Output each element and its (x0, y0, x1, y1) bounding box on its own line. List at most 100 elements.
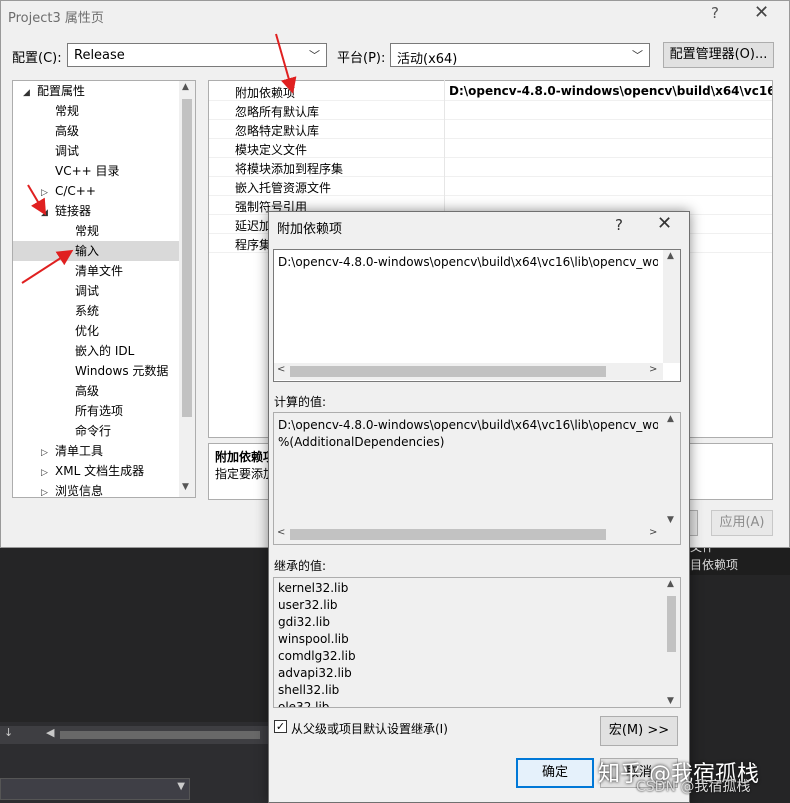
sub-close-button[interactable]: ✕ (657, 213, 672, 234)
property-tree[interactable]: ◢ 配置属性 常规 高级 调试 VC++ 目录 ▷ C/C++ ◢ 链接器 常规 输入 清单文件 调试 系统… (12, 80, 196, 498)
edit-vertical-scrollbar[interactable]: ▲ (663, 250, 680, 363)
tree-item[interactable]: ▷ 清单工具 (41, 441, 103, 461)
computed-label: 计算的值: (274, 395, 327, 409)
tree-item-label: 优化 (75, 324, 100, 338)
description-text: 指定要添加 (215, 467, 276, 481)
edit-horizontal-scrollbar[interactable]: < > (274, 363, 663, 380)
close-button[interactable]: ✕ (754, 2, 769, 23)
inherited-vertical-scrollbar[interactable]: ▲ ▼ (663, 578, 680, 707)
computed-line-1: D:\opencv-4.8.0-windows\opencv\build\x64… (278, 418, 658, 432)
inherited-line: user32.lib (278, 598, 338, 612)
tree-item[interactable]: ▷ 浏览信息 (41, 481, 104, 498)
scroll-down-icon[interactable]: ▼ (182, 482, 189, 492)
scroll-up-icon[interactable]: ▲ (667, 251, 674, 261)
scroll-up-icon[interactable]: ▲ (182, 82, 189, 92)
tree-item[interactable]: 常规 (41, 101, 79, 121)
property-name: 延迟加 (235, 219, 272, 233)
tree-item[interactable]: ◢ 配置属性 (23, 81, 85, 101)
scroll-left-icon[interactable]: ◀ (46, 726, 54, 739)
property-row[interactable]: 模块定义文件 (209, 139, 772, 158)
tree-item[interactable]: VC++ 目录 (41, 161, 120, 181)
scrollbar-thumb[interactable] (60, 731, 260, 739)
scrollbar-thumb[interactable] (290, 529, 606, 540)
tree-item-label: 浏览信息 (55, 484, 104, 498)
tree-item-label: 调试 (75, 284, 100, 298)
tree-item[interactable]: 优化 (61, 321, 99, 341)
platform-select[interactable]: 活动(x64) ﹀ (390, 43, 650, 67)
scroll-down-icon[interactable]: ▼ (667, 696, 674, 706)
scrollbar-thumb[interactable] (290, 366, 606, 377)
tree-item[interactable]: 嵌入的 IDL (61, 341, 134, 361)
inherited-line: shell32.lib (278, 683, 340, 697)
collapsed-icon[interactable]: ▷ (41, 483, 55, 497)
tree-item[interactable]: ◢ 链接器 (41, 201, 91, 221)
tree-item[interactable]: 命令行 (61, 421, 111, 441)
scroll-right-icon[interactable]: > (649, 364, 657, 375)
config-manager-button[interactable]: 配置管理器(O)... (663, 42, 774, 68)
property-name: 忽略特定默认库 (235, 124, 320, 138)
dialog-title: Project3 属性页 (8, 11, 104, 26)
scroll-left-icon[interactable]: < (277, 527, 285, 538)
expanded-icon[interactable]: ◢ (23, 83, 37, 103)
inherited-line: ole32.lib (278, 700, 330, 708)
property-row[interactable]: 忽略所有默认库 (209, 101, 772, 120)
tree-item[interactable]: 调试 (61, 281, 99, 301)
tree-item-label: Windows 元数据 (75, 364, 169, 378)
tree-item[interactable]: 高级 (41, 121, 79, 141)
help-button[interactable]: ? (711, 4, 719, 22)
scroll-down-icon[interactable]: ▼ (667, 515, 674, 525)
tree-item[interactable]: 高级 (61, 381, 99, 401)
tree-item[interactable]: 输入 (13, 241, 179, 261)
scroll-up-icon[interactable]: ▲ (667, 579, 674, 589)
tree-item[interactable]: ▷ XML 文档生成器 (41, 461, 144, 481)
property-row[interactable]: 附加依赖项 D:\opencv-4.8.0-windows\opencv\buil… (209, 82, 772, 101)
tree-vertical-scrollbar[interactable]: ▲ ▼ (179, 81, 195, 497)
computed-horizontal-scrollbar[interactable]: < > (274, 526, 663, 543)
tree-item[interactable]: 系统 (61, 301, 99, 321)
tree-item[interactable]: 调试 (41, 141, 79, 161)
property-value[interactable]: D:\opencv-4.8.0-windows\opencv\build\x64… (449, 84, 772, 98)
tree-item[interactable]: ▷ C/C++ (41, 181, 96, 201)
sub-help-button[interactable]: ? (615, 216, 623, 234)
macro-button[interactable]: 宏(M) >> (600, 716, 678, 746)
tree-item[interactable]: Windows 元数据 (61, 361, 168, 381)
tree-item-label: 调试 (55, 144, 80, 158)
dependencies-edit-box[interactable]: D:\opencv-4.8.0-windows\opencv\build\x64… (273, 249, 681, 382)
computed-vertical-scrollbar[interactable]: ▲ ▼ (663, 413, 680, 526)
property-row[interactable]: 忽略特定默认库 (209, 120, 772, 139)
property-name: 忽略所有默认库 (235, 105, 320, 119)
tree-item[interactable]: 所有选项 (61, 401, 123, 421)
expanded-icon[interactable]: ◢ (41, 203, 55, 223)
scroll-right-icon[interactable]: > (649, 527, 657, 538)
tree-item[interactable]: 常规 (61, 221, 99, 241)
scrollbar-thumb[interactable] (182, 99, 192, 417)
scroll-up-icon[interactable]: ▲ (667, 414, 674, 424)
collapsed-icon[interactable]: ▷ (41, 183, 55, 203)
inherit-checkbox[interactable]: ✓ (274, 720, 287, 733)
property-row[interactable]: 将模块添加到程序集 (209, 158, 772, 177)
tree-item[interactable]: 清单文件 (61, 261, 123, 281)
arrow-down-icon[interactable]: ↓ (4, 726, 13, 739)
scrollbar-thumb[interactable] (667, 596, 676, 652)
inherited-values-box: kernel32.lib user32.lib gdi32.lib winspo… (273, 577, 681, 708)
config-value: Release (74, 48, 125, 63)
config-select[interactable]: Release ﹀ (67, 43, 327, 67)
edit-text[interactable]: D:\opencv-4.8.0-windows\opencv\build\x64… (278, 255, 658, 269)
apply-button[interactable]: 应用(A) (711, 510, 773, 536)
ok-button[interactable]: 确定 (516, 758, 594, 788)
sub-dialog-title: 附加依赖项 (277, 222, 343, 237)
collapsed-icon[interactable]: ▷ (41, 463, 55, 483)
tree-item-label: 常规 (75, 224, 100, 238)
ok-button-partial[interactable] (690, 510, 698, 536)
ide-horizontal-scrollbar[interactable]: ↓ ◀ (0, 726, 270, 744)
tree-item-label: 高级 (55, 124, 80, 138)
chevron-down-icon: ﹀ (309, 49, 320, 62)
property-row[interactable]: 嵌入托管资源文件 (209, 177, 772, 196)
scroll-left-icon[interactable]: < (277, 364, 285, 375)
inherited-label: 继承的值: (274, 559, 327, 573)
tree-item-label: 嵌入的 IDL (75, 344, 135, 358)
collapsed-icon[interactable]: ▷ (41, 443, 55, 463)
property-name: 嵌入托管资源文件 (235, 181, 332, 195)
inherit-checkbox-label[interactable]: 从父级或项目默认设置继承(I) (291, 720, 448, 737)
ide-dropdown[interactable]: ▼ (0, 778, 190, 800)
